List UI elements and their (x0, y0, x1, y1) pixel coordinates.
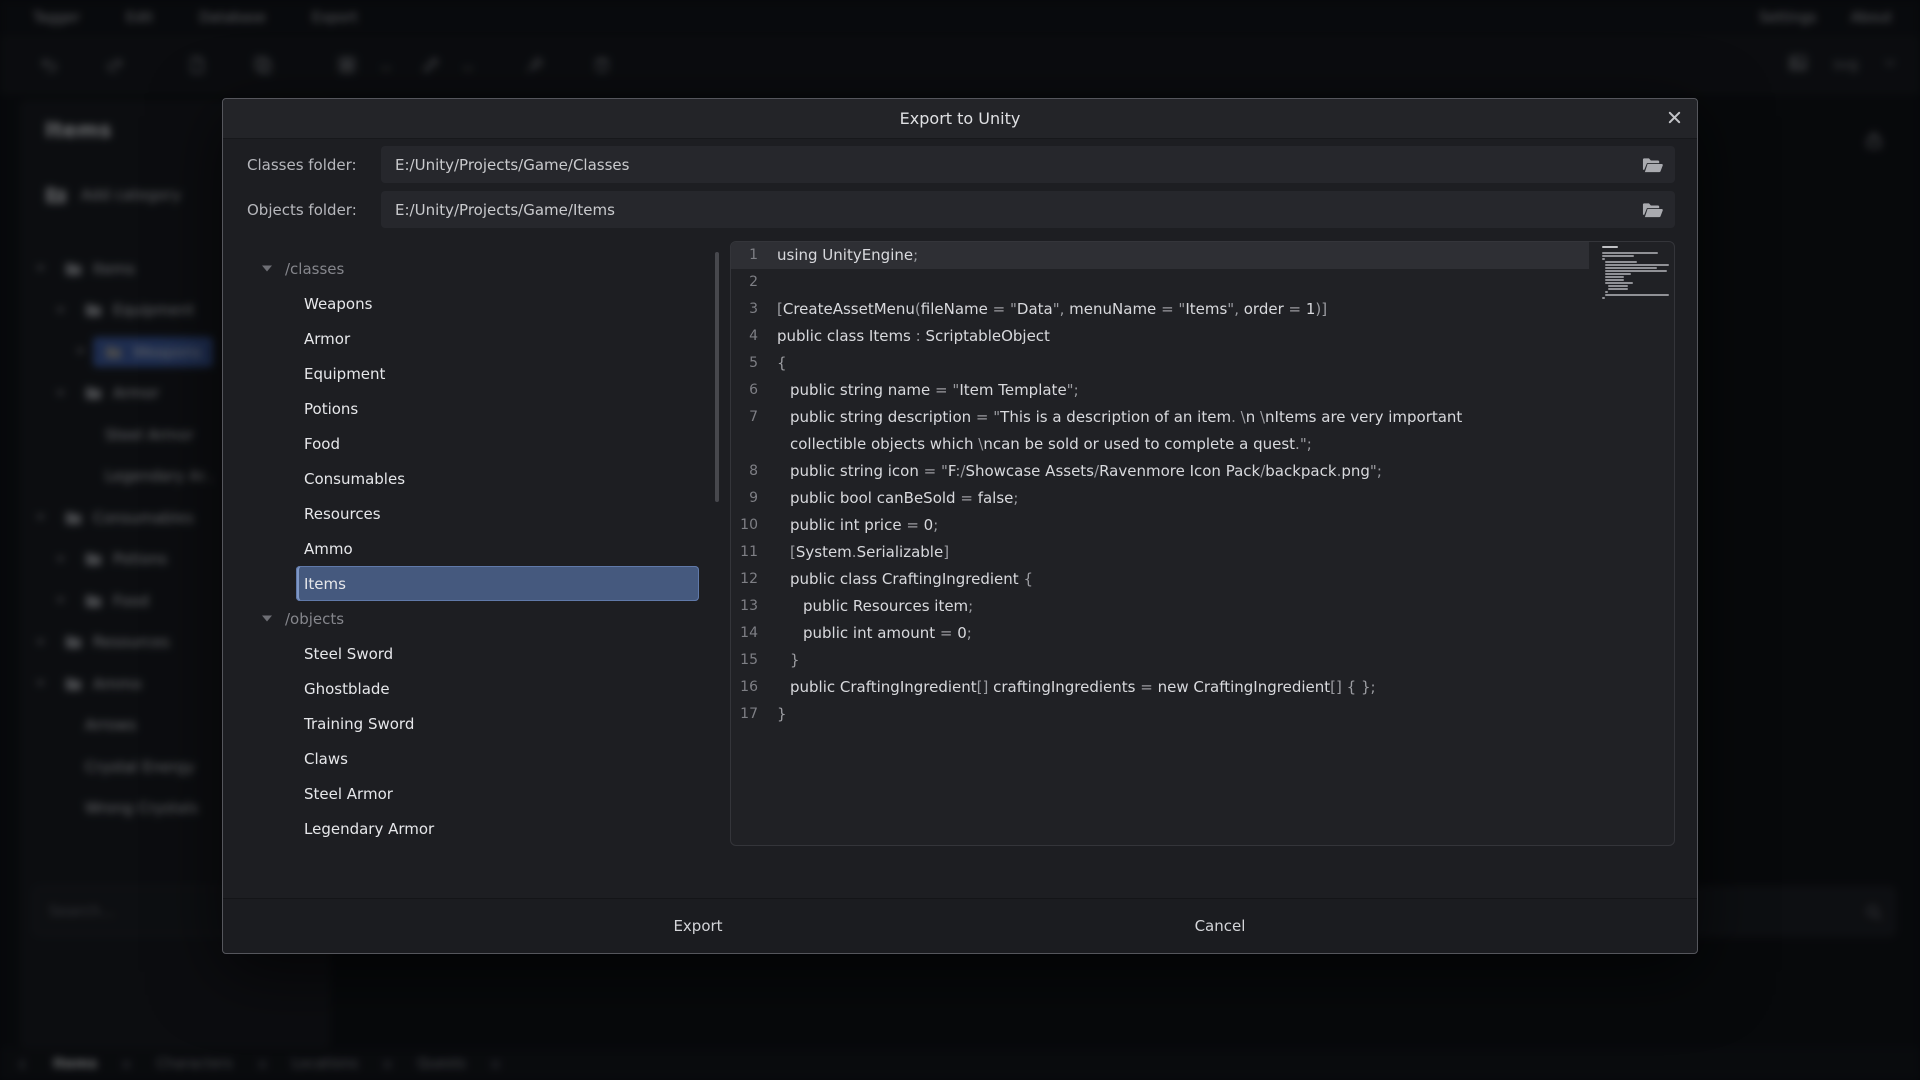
classes-folder-input[interactable] (381, 146, 1675, 183)
browse-folder-icon[interactable] (1642, 202, 1663, 218)
tree-section-label: /classes (285, 260, 344, 278)
objects-folder-row: Objects folder: (247, 191, 1675, 228)
close-button[interactable] (1663, 108, 1685, 130)
tree-item-ghostblade[interactable]: Ghostblade (296, 671, 699, 706)
dialog-title: Export to Unity (223, 99, 1697, 139)
code-line-10: 10public int price = 0; (731, 512, 1674, 539)
export-button[interactable]: Export (639, 907, 756, 945)
tree-item-consumables[interactable]: Consumables (296, 461, 699, 496)
code-line-13: 13public Resources item; (731, 593, 1674, 620)
minimap (1602, 246, 1670, 300)
dialog-footer: Export Cancel (223, 898, 1697, 953)
tree-item-ammo[interactable]: Ammo (296, 531, 699, 566)
classes-folder-label: Classes folder: (247, 156, 381, 174)
export-to-unity-dialog: Export to Unity Classes folder: Objects … (222, 98, 1698, 954)
code-line-4: 4public class Items : ScriptableObject (731, 323, 1674, 350)
code-line-11: 11[System.Serializable] (731, 539, 1674, 566)
browse-folder-icon[interactable] (1642, 157, 1663, 173)
code-line-1: 1using UnityEngine; (731, 242, 1674, 269)
code-line-16: 16public CraftingIngredient[] craftingIn… (731, 674, 1674, 701)
tree-section-objects[interactable]: /objects (247, 601, 719, 636)
tree-item-training-sword[interactable]: Training Sword (296, 706, 699, 741)
code-line-8: 8public string icon = "F:/Showcase Asset… (731, 458, 1674, 485)
tree-item-food[interactable]: Food (296, 426, 699, 461)
code-line-17: 17} (731, 701, 1674, 728)
tree-item-armor[interactable]: Armor (296, 321, 699, 356)
code-line-7: 7public string description = "This is a … (731, 404, 1674, 458)
screen: TaggerEditDatabaseExport SettingsAbout s… (0, 0, 1920, 1080)
code-line-2: 2 (731, 269, 1674, 296)
code-lines: 1using UnityEngine;23[CreateAssetMenu(fi… (731, 242, 1674, 728)
code-line-12: 12public class CraftingIngredient { (731, 566, 1674, 593)
cancel-button[interactable]: Cancel (1161, 907, 1280, 945)
tree-item-items[interactable]: Items (296, 566, 699, 601)
tree-item-steel-armor[interactable]: Steel Armor (296, 776, 699, 811)
export-tree: /classes WeaponsArmorEquipmentPotionsFood… (247, 241, 719, 846)
tree-item-weapons[interactable]: Weapons (296, 286, 699, 321)
tree-item-equipment[interactable]: Equipment (296, 356, 699, 391)
code-line-9: 9public bool canBeSold = false; (731, 485, 1674, 512)
code-preview: 1using UnityEngine;23[CreateAssetMenu(fi… (730, 241, 1675, 846)
code-line-14: 14public int amount = 0; (731, 620, 1674, 647)
tree-scrollbar[interactable] (715, 252, 719, 502)
tree-item-steel-sword[interactable]: Steel Sword (296, 636, 699, 671)
tree-item-potions[interactable]: Potions (296, 391, 699, 426)
code-line-6: 6public string name = "Item Template"; (731, 377, 1674, 404)
objects-folder-label: Objects folder: (247, 201, 381, 219)
tree-section-classes[interactable]: /classes (247, 251, 719, 286)
tree-item-legendary-armor[interactable]: Legendary Armor (296, 811, 699, 846)
triangle-down-icon (262, 265, 272, 272)
dialog-header: Export to Unity (223, 99, 1697, 139)
tree-item-resources[interactable]: Resources (296, 496, 699, 531)
objects-folder-input[interactable] (381, 191, 1675, 228)
code-line-5: 5{ (731, 350, 1674, 377)
tree-section-label: /objects (285, 610, 344, 628)
classes-folder-row: Classes folder: (247, 146, 1675, 183)
triangle-down-icon (262, 615, 272, 622)
tree-item-claws[interactable]: Claws (296, 741, 699, 776)
code-line-15: 15} (731, 647, 1674, 674)
code-line-3: 3[CreateAssetMenu(fileName = "Data", men… (731, 296, 1674, 323)
